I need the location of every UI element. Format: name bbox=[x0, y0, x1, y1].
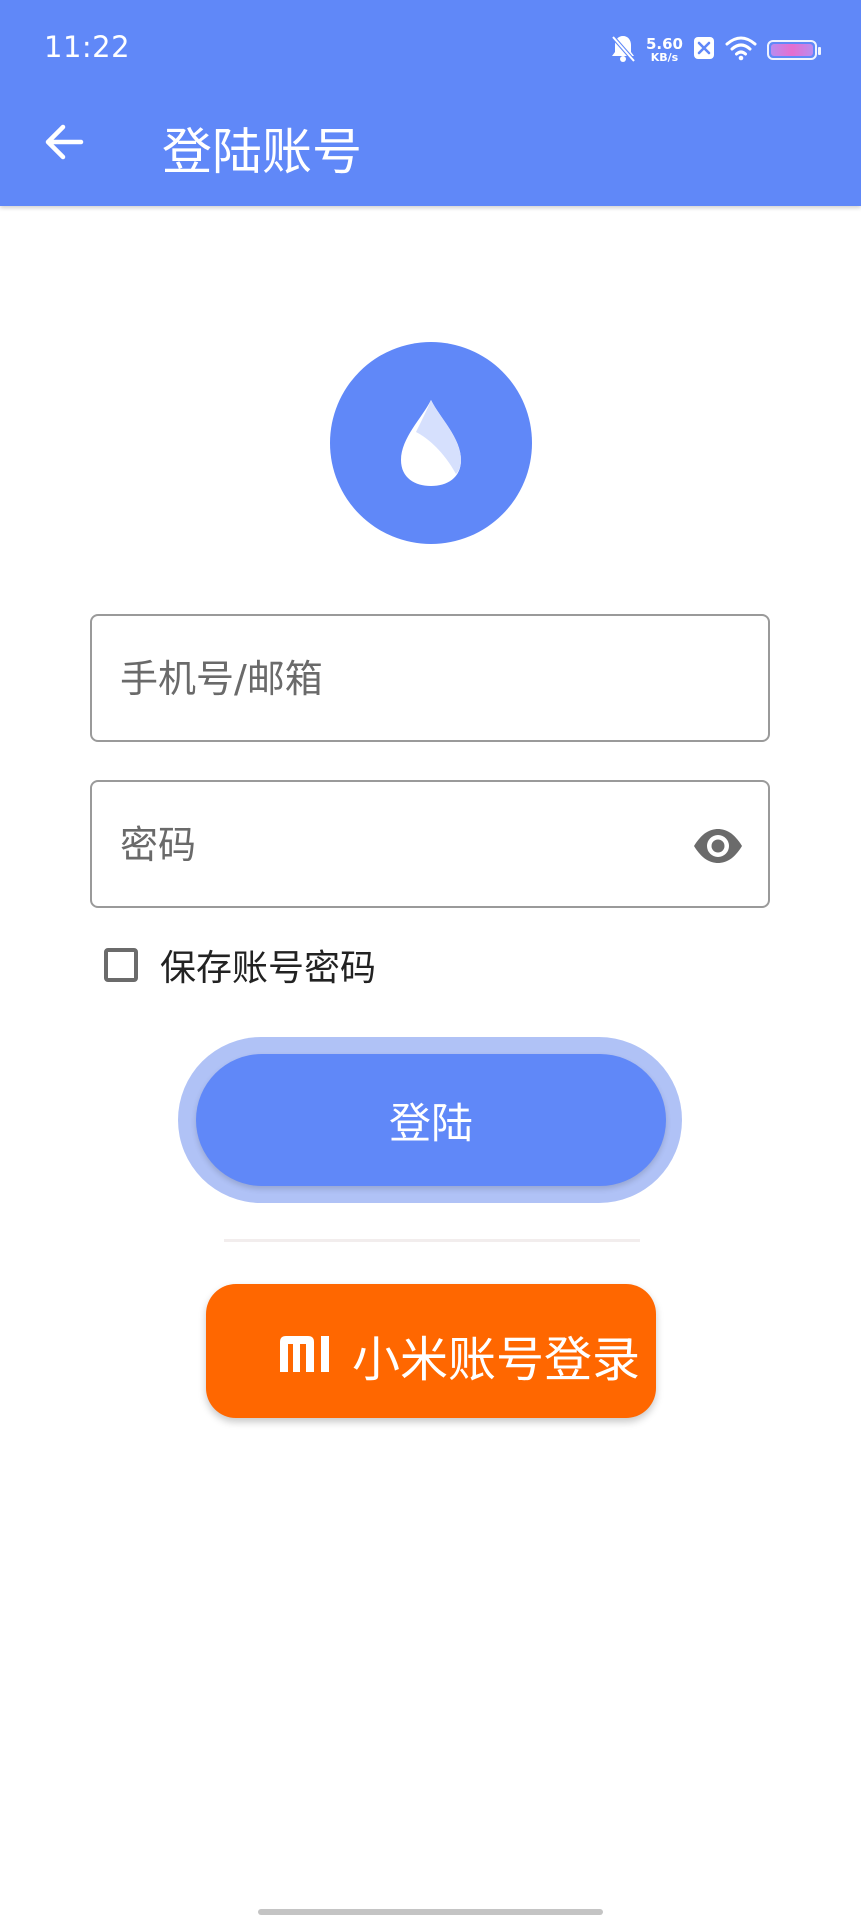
login-button-label: 登陆 bbox=[388, 1098, 473, 1148]
divider bbox=[224, 1239, 640, 1242]
account-field[interactable] bbox=[90, 614, 770, 742]
remember-row[interactable]: 保存账号密码 bbox=[104, 940, 376, 990]
mi-login-label: 小米账号登录 bbox=[352, 1332, 641, 1388]
eye-icon[interactable] bbox=[692, 820, 744, 872]
mi-logo bbox=[278, 1334, 336, 1376]
net-speed-unit: KB/s bbox=[650, 51, 679, 64]
app-logo bbox=[330, 342, 532, 544]
water-drop-icon bbox=[401, 400, 461, 486]
account-input[interactable] bbox=[118, 616, 682, 742]
battery-icon bbox=[767, 40, 821, 60]
remember-checkbox[interactable] bbox=[104, 948, 138, 982]
password-field[interactable] bbox=[90, 780, 770, 908]
app-bar: 11:22 5.60 KB/s 登陆账号 bbox=[0, 0, 861, 206]
page-title: 登陆账号 bbox=[162, 123, 362, 181]
status-icons: 5.60 KB/s bbox=[610, 32, 821, 68]
password-input[interactable] bbox=[118, 782, 682, 908]
arrow-left-icon bbox=[45, 124, 84, 160]
close-notification-icon bbox=[693, 36, 715, 64]
net-speed-value: 5.60 bbox=[645, 35, 683, 53]
bell-off-icon bbox=[610, 33, 636, 67]
gesture-nav-handle[interactable] bbox=[258, 1909, 603, 1915]
network-speed: 5.60 KB/s bbox=[645, 35, 683, 64]
wifi-icon bbox=[725, 35, 757, 65]
remember-label: 保存账号密码 bbox=[160, 948, 377, 989]
status-time: 11:22 bbox=[44, 30, 131, 64]
back-button[interactable] bbox=[40, 118, 88, 166]
login-button[interactable]: 登陆 bbox=[196, 1054, 666, 1186]
mi-account-login-button[interactable]: 小米账号登录 bbox=[206, 1284, 656, 1418]
